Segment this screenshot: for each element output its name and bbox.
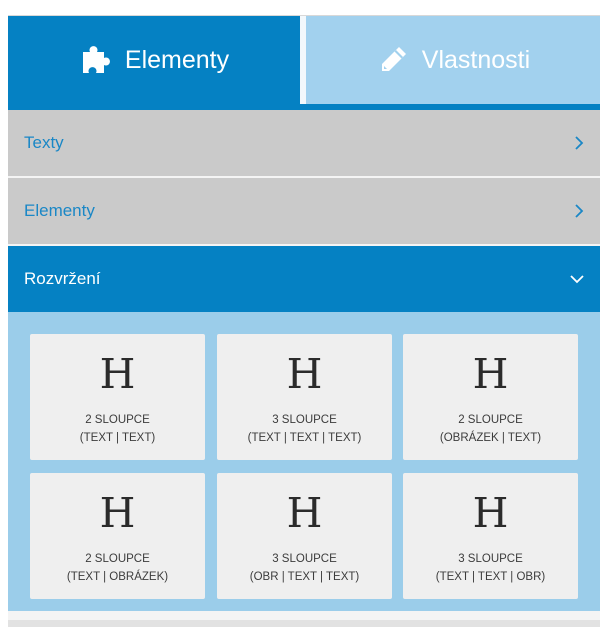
heading-glyph-icon: H	[99, 350, 136, 398]
layout-card-title: 2 SLOUPCE	[458, 414, 523, 426]
chevron-down-icon	[568, 246, 586, 312]
layout-card-3-text-text-obr[interactable]: H 3 SLOUPCE (TEXT | TEXT | OBR)	[403, 473, 578, 599]
puzzle-icon	[79, 43, 113, 77]
chevron-right-icon	[572, 178, 586, 244]
heading-glyph-icon: H	[286, 489, 323, 537]
layout-card-title: 2 SLOUPCE	[85, 414, 150, 426]
tab-vlastnosti-label: Vlastnosti	[421, 45, 531, 74]
pencil-icon	[376, 43, 410, 77]
accordion-elementy-label: Elementy	[24, 201, 95, 220]
layout-card-title: 2 SLOUPCE	[85, 553, 150, 565]
accordion-texty[interactable]: Texty	[8, 110, 600, 176]
layout-card-title: 3 SLOUPCE	[272, 553, 337, 565]
heading-glyph-icon: H	[472, 489, 509, 537]
heading-glyph-icon: H	[472, 350, 509, 398]
layout-card-2-text-text[interactable]: H 2 SLOUPCE (TEXT | TEXT)	[30, 334, 205, 460]
accordion-texty-label: Texty	[24, 133, 64, 152]
layout-card-subtitle: (OBRÁZEK | TEXT)	[439, 432, 542, 444]
layout-card-subtitle: (TEXT | TEXT | TEXT)	[247, 432, 362, 444]
layout-card-2-text-obrazek[interactable]: H 2 SLOUPCE (TEXT | OBRÁZEK)	[30, 473, 205, 599]
accordion-rozvrzeni-label: Rozvržení	[24, 269, 101, 288]
accordion-elementy[interactable]: Elementy	[8, 178, 600, 244]
layout-grid: H 2 SLOUPCE (TEXT | TEXT) H 3 SLOUPCE (T…	[8, 312, 600, 611]
layout-card-title: 3 SLOUPCE	[458, 553, 523, 565]
accordion-rozvrzeni[interactable]: Rozvržení	[8, 246, 600, 312]
next-section-edge	[8, 620, 600, 627]
heading-glyph-icon: H	[99, 489, 136, 537]
tab-elementy[interactable]: Elementy	[8, 16, 300, 104]
layout-card-subtitle: (TEXT | TEXT | OBR)	[435, 571, 546, 583]
layout-card-title: 3 SLOUPCE	[272, 414, 337, 426]
layout-card-3-text-text-text[interactable]: H 3 SLOUPCE (TEXT | TEXT | TEXT)	[217, 334, 392, 460]
layout-card-2-obrazek-text[interactable]: H 2 SLOUPCE (OBRÁZEK | TEXT)	[403, 334, 578, 460]
chevron-right-icon	[572, 110, 586, 176]
layout-card-subtitle: (TEXT | TEXT)	[79, 432, 156, 444]
tab-bar: Elementy Vlastnosti	[8, 16, 600, 104]
tab-vlastnosti[interactable]: Vlastnosti	[306, 16, 600, 104]
layout-card-3-obr-text-text[interactable]: H 3 SLOUPCE (OBR | TEXT | TEXT)	[217, 473, 392, 599]
heading-glyph-icon: H	[286, 350, 323, 398]
layout-card-subtitle: (TEXT | OBRÁZEK)	[66, 571, 169, 583]
tab-elementy-label: Elementy	[124, 45, 230, 74]
layout-card-subtitle: (OBR | TEXT | TEXT)	[249, 571, 360, 583]
